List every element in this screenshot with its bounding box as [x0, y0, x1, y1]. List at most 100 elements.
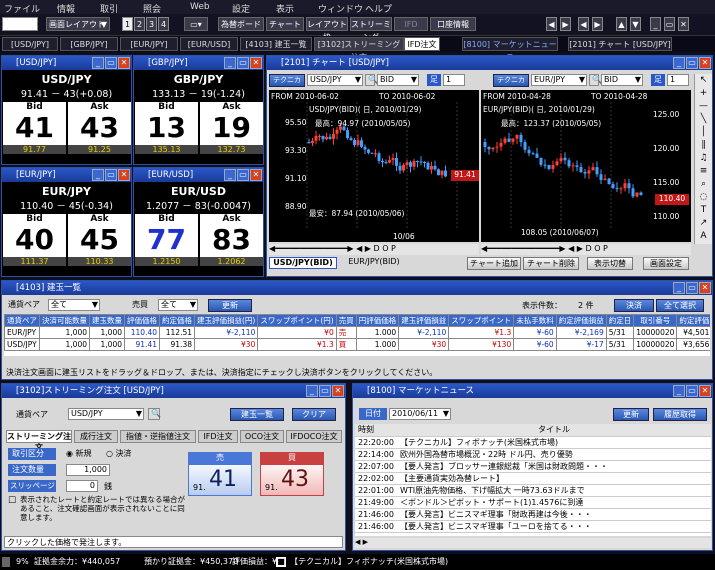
account-info-button[interactable]: 口座情報: [430, 17, 476, 31]
symbol-input[interactable]: [2, 17, 38, 31]
layout-select[interactable]: 画面レイアウト ▼: [46, 17, 110, 31]
list-item[interactable]: 22:01:00 WTI原油先物価格、下げ幅拡大 一時73.63ドルまで: [355, 484, 711, 497]
list-item[interactable]: 21:46:00 【要人発言】ビニスマギ理事「財政再建は今後・・・: [355, 508, 711, 521]
screen-settings-button[interactable]: 画面設定: [643, 257, 689, 270]
close-icon[interactable]: ✕: [118, 169, 130, 181]
tab-gbpjpy[interactable]: [GBP/JPY]: [60, 37, 118, 51]
order-pair-select[interactable]: USD/JPY ▼: [68, 408, 144, 420]
cursor-icon[interactable]: ↖: [695, 74, 712, 87]
add-chart-button[interactable]: チャート追加: [467, 257, 521, 270]
list-item[interactable]: 21:46:00 【要人発言】ビニスマギ理事「ユーロを捨てる・・・: [355, 520, 711, 533]
tab-eurjpy[interactable]: [EUR/JPY]: [120, 37, 178, 51]
layout-3-button[interactable]: 3: [146, 17, 157, 31]
list-item[interactable]: 22:07:00 【要人発言】ブロッサー連銀総裁「米国は財政問題・・・: [355, 460, 711, 473]
layout-1-button[interactable]: 1: [122, 17, 133, 31]
tab-ifd[interactable]: IFD注文: [404, 37, 440, 51]
toggle-view-button[interactable]: 表示切替: [587, 257, 633, 270]
technical-button-right[interactable]: テクニカル: [493, 74, 529, 95]
rate-board-button[interactable]: 為替ボード: [218, 17, 264, 31]
close-icon[interactable]: ✕: [332, 385, 344, 397]
font-icon[interactable]: A: [695, 230, 712, 243]
minimize-icon[interactable]: _: [673, 57, 685, 69]
news-refresh-button[interactable]: 更新: [613, 408, 649, 421]
tab-eurusd[interactable]: [EUR/USD]: [180, 37, 238, 51]
list-item[interactable]: 22:20:00 【テクニカル】フィボナッチ(米国株式市場): [355, 436, 711, 449]
scroll-up-icon[interactable]: ▲: [616, 17, 627, 31]
layout-2-button[interactable]: 2: [134, 17, 145, 31]
tab-usdjpy[interactable]: [USD/JPY]: [2, 37, 58, 51]
search-icon[interactable]: 🔍: [365, 74, 378, 86]
channel-icon[interactable]: ∥: [695, 139, 712, 152]
close-icon[interactable]: ✕: [699, 57, 711, 69]
maximize-icon[interactable]: ▭: [319, 385, 331, 397]
maximize-icon[interactable]: ▭: [237, 169, 249, 181]
clear-button[interactable]: クリア: [292, 408, 336, 421]
close-icon[interactable]: ✕: [699, 282, 711, 294]
nav-left-icon[interactable]: ◀: [546, 17, 557, 31]
list-item[interactable]: 22:02:00 【主要通貨実効為替レート】: [355, 472, 711, 485]
foot-select-right[interactable]: 1: [667, 74, 689, 86]
tab-news[interactable]: [8100] マーケットニュース: [462, 37, 558, 62]
close-icon[interactable]: ✕: [250, 57, 262, 69]
streaming-button[interactable]: ストリーミング: [350, 17, 392, 42]
qty-input[interactable]: 1,000: [66, 464, 110, 476]
chart-side-select-left[interactable]: BID ▼: [377, 74, 419, 86]
ask-button[interactable]: Ask 45 110.33: [68, 214, 131, 266]
select-all-button[interactable]: 全て選択: [656, 299, 704, 312]
sell-price-button[interactable]: 91. 41: [188, 464, 252, 496]
news-scrollbar[interactable]: ◀ ▶: [355, 538, 711, 548]
bid-button[interactable]: Bid 41 91.77: [3, 102, 66, 154]
vline-icon[interactable]: │: [695, 126, 712, 139]
close-app-icon[interactable]: ✕: [678, 17, 689, 31]
list-item[interactable]: 21:49:00 ＜ボンドル＞ピボット・サポート(1)1.4576に到達: [355, 496, 711, 509]
refresh-button[interactable]: 更新: [208, 299, 252, 312]
ifd-button[interactable]: IFD: [394, 17, 428, 31]
chart-tab-eurjpy[interactable]: EUR/JPY(BID): [339, 257, 409, 269]
crosshair-icon[interactable]: +: [695, 87, 712, 100]
maximize-icon[interactable]: ▭: [686, 385, 698, 397]
text-icon[interactable]: T: [695, 204, 712, 217]
window-icon[interactable]: ▭▾: [184, 17, 208, 31]
new-radio[interactable]: ◉ 新規: [66, 448, 92, 459]
history-button[interactable]: 履歴取得: [653, 408, 707, 421]
pair-filter-select[interactable]: 全て ▼: [48, 299, 100, 311]
maximize-icon[interactable]: ▭: [686, 282, 698, 294]
list-item[interactable]: 22:14:00 欧州外国為替市場概況・22時 ドル円、売り優勢: [355, 448, 711, 461]
tab-limit-order[interactable]: 指値・逆指値注文: [120, 430, 196, 443]
maximize-icon[interactable]: ▭: [686, 57, 698, 69]
chart-pair-select-right[interactable]: EUR/JPY ▼: [531, 74, 587, 86]
chart-scroll-left[interactable]: ◀━━━━━━━━━━━━━━━▶ ◀ ▶ D O P: [269, 244, 479, 255]
foot-select-left[interactable]: 1: [443, 74, 465, 86]
chart-tab-usdjpy[interactable]: USD/JPY(BID): [269, 257, 337, 269]
positions-list-button[interactable]: 建玉一覧: [230, 408, 284, 421]
close-icon[interactable]: ✕: [250, 169, 262, 181]
tab-positions[interactable]: [4103] 建玉一覧: [240, 37, 312, 51]
maximize-icon[interactable]: ▭: [105, 169, 117, 181]
search-icon[interactable]: 🔍: [148, 408, 161, 420]
zoom-icon[interactable]: ⌕: [695, 178, 712, 191]
bid-button[interactable]: Bid 40 111.37: [3, 214, 66, 266]
bid-button[interactable]: Bid 13 135.13: [135, 102, 198, 154]
tab-streaming-order[interactable]: ストリーミング注文: [6, 430, 72, 452]
side-filter-select[interactable]: 全て ▼: [158, 299, 198, 311]
layout-4-button[interactable]: 4: [158, 17, 169, 31]
agree-checkbox[interactable]: ☐: [8, 496, 16, 506]
trendline-icon[interactable]: ╲: [695, 113, 712, 126]
tab-ifd-order[interactable]: IFD注文: [198, 430, 238, 443]
maximize-icon[interactable]: ▭: [105, 57, 117, 69]
bell-icon[interactable]: ♫: [695, 152, 712, 165]
technical-button-left[interactable]: テクニカル: [269, 74, 305, 95]
settle-radio[interactable]: ○ 決済: [106, 448, 132, 459]
cycle-icon[interactable]: ◌: [695, 191, 712, 204]
news-date-select[interactable]: 2010/06/11 ▼: [389, 408, 451, 420]
arrow-icon[interactable]: ↗: [695, 217, 712, 230]
minimize-icon[interactable]: _: [306, 385, 318, 397]
tab-oco-order[interactable]: OCO注文: [240, 430, 284, 443]
nav-next-icon[interactable]: ▶: [592, 17, 603, 31]
bid-button[interactable]: Bid 77 1.2150: [135, 214, 198, 266]
minimize-icon[interactable]: _: [673, 385, 685, 397]
buy-price-button[interactable]: 91. 43: [260, 464, 324, 496]
minimize-icon[interactable]: _: [92, 169, 104, 181]
tab-market-order[interactable]: 成行注文: [74, 430, 118, 443]
menu-web[interactable]: Web: [190, 2, 210, 12]
